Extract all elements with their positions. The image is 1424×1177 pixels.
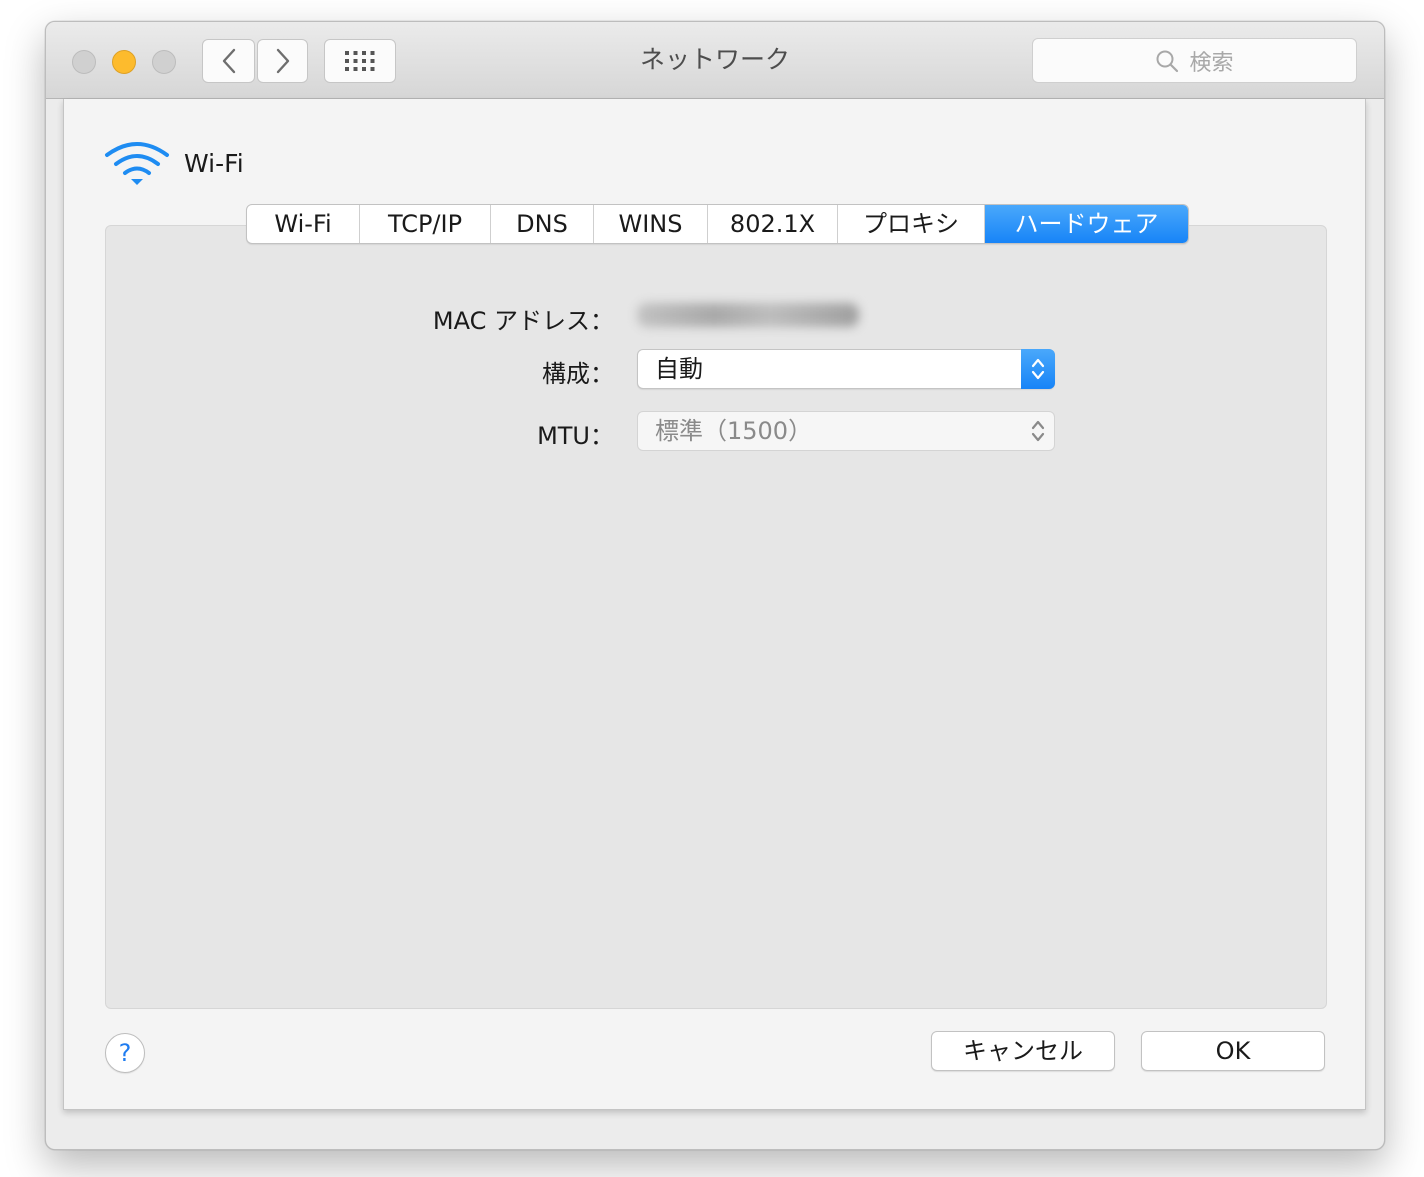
help-button[interactable]: ? [105,1033,145,1073]
hardware-sheet: Wi-Fi Wi-Fi TCP/IP DNS WINS 802.1X プロキシ … [63,99,1366,1110]
tab-wifi[interactable]: Wi-Fi [247,205,360,243]
mtu-value: 標準（1500） [655,417,813,445]
configuration-value: 自動 [655,355,703,383]
tab-proxy[interactable]: プロキシ [838,205,985,243]
mac-address-value-redacted [637,303,859,327]
cancel-button[interactable]: キャンセル [931,1031,1115,1071]
service-header: Wi-Fi [104,139,244,187]
tab-content-panel [105,225,1327,1009]
search-placeholder: 検索 [1189,50,1234,76]
chevron-up-down-icon [1031,420,1045,442]
search-icon [1156,50,1179,72]
search-field[interactable]: 検索 [1032,38,1357,83]
configuration-stepper[interactable] [1021,349,1055,389]
mtu-popup: 標準（1500） [637,411,1055,451]
ok-button[interactable]: OK [1141,1031,1325,1071]
mtu-stepper [1021,411,1055,451]
chevron-up-down-icon [1031,358,1045,380]
network-preferences-window: ネットワーク 検索 Wi-Fi Wi-Fi TCP/IP DNS WINS 80… [45,21,1385,1150]
tab-hardware[interactable]: ハードウェア [985,205,1188,243]
configuration-popup[interactable]: 自動 [637,349,1055,389]
wifi-icon [105,142,169,185]
service-name: Wi-Fi [184,148,244,178]
title-bar: ネットワーク 検索 [46,22,1384,99]
tab-dns[interactable]: DNS [491,205,594,243]
tab-bar: Wi-Fi TCP/IP DNS WINS 802.1X プロキシ ハードウェア [246,204,1189,244]
tab-tcpip[interactable]: TCP/IP [360,205,491,243]
mac-address-label: MAC アドレス： [432,307,614,335]
tab-wins[interactable]: WINS [594,205,708,243]
mtu-label: MTU： [537,422,614,450]
tab-8021x[interactable]: 802.1X [708,205,838,243]
configuration-label: 構成： [542,360,614,388]
